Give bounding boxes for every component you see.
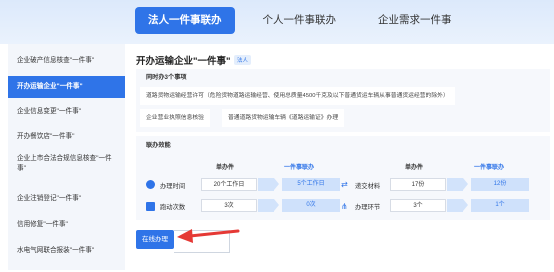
tab-bar: 法人一件事联办 个人一件事联办 企业需求一件事 <box>135 7 466 34</box>
col-header-joint: 一件事联办 <box>284 165 315 171</box>
col-header-single: 单办件 <box>216 165 235 171</box>
link-icon: ⋔ <box>341 202 348 211</box>
clock-icon <box>146 180 155 189</box>
row-label: 办理环节 <box>355 204 381 211</box>
sidebar-item-listing[interactable]: 企业上市合法合规信息核查"一件事" <box>8 154 125 180</box>
matter-item: 企业营业执照信息核验 <box>140 109 210 127</box>
sidebar-item-credit-repair[interactable]: 信用修复"一件事" <box>8 214 125 236</box>
sidebar-item-restaurant[interactable]: 开办餐饮店"一件事" <box>8 126 125 148</box>
sidebar-item-deregistration[interactable]: 企业注销登记"一件事" <box>8 188 125 210</box>
arrow-icon <box>258 199 279 212</box>
effect-title: 联办效能 <box>146 142 171 149</box>
row-label: 办理时间 <box>160 183 186 190</box>
matters-title: 同时办3个事项 <box>146 74 187 81</box>
route-icon <box>146 202 155 211</box>
matter-item: 道路货物运输经营许可（危险货物道路运输经营、使用总质量4500千克及以下普通货运… <box>140 87 455 105</box>
matter-item: 普通道路货物运输车辆《道路运输证》办理 <box>222 109 345 127</box>
sidebar-item-utilities[interactable]: 水电气网联合报装"一件事" <box>8 240 125 262</box>
sidebar-item-transport[interactable]: 开办运输企业"一件事" <box>8 76 125 98</box>
effect-section: 联办效能 单办件 一件事联办 单办件 一件事联办 办理时间 20个工作日 5个工… <box>136 136 550 220</box>
apply-online-button[interactable]: 在线办理 <box>136 230 174 249</box>
joint-value: 0次 <box>282 199 340 212</box>
col-header-single: 单办件 <box>405 165 424 171</box>
single-value: 3个 <box>390 199 446 212</box>
arrow-icon <box>447 178 468 191</box>
annotation-arrow-icon <box>177 229 240 243</box>
transfer-icon: ⇄ <box>341 180 348 189</box>
main-panel: 开办运输企业"一件事" 法人 同时办3个事项 道路货物运输经营许可（危险货物道路… <box>130 44 554 272</box>
page-title: 开办运输企业"一件事" <box>136 56 231 67</box>
row-label: 递交材料 <box>355 183 381 190</box>
joint-value: 12份 <box>471 178 529 191</box>
arrow-icon <box>447 199 468 212</box>
matters-section: 同时办3个事项 道路货物运输经营许可（危险货物道路运输经营、使用总质量4500千… <box>136 69 550 132</box>
tab-enterprise-demand[interactable]: 企业需求一件事 <box>364 7 466 34</box>
joint-value: 1个 <box>471 199 529 212</box>
arrow-icon <box>258 178 279 191</box>
sidebar: 企业破产信息核查"一件事" 开办运输企业"一件事" 企业信息变更"一件事" 开办… <box>8 44 125 270</box>
col-header-joint: 一件事联办 <box>474 165 505 171</box>
single-value: 3次 <box>201 199 257 212</box>
joint-value: 5个工作日 <box>282 178 340 191</box>
tab-legal-person[interactable]: 法人一件事联办 <box>135 7 235 34</box>
single-value: 20个工作日 <box>201 178 257 191</box>
tab-individual[interactable]: 个人一件事联办 <box>249 7 351 34</box>
sidebar-item-info-change[interactable]: 企业信息变更"一件事" <box>8 101 125 123</box>
category-tag: 法人 <box>234 55 252 65</box>
row-label: 跑动次数 <box>160 204 186 211</box>
single-value: 17份 <box>390 178 446 191</box>
sidebar-item-bankruptcy[interactable]: 企业破产信息核查"一件事" <box>8 50 125 72</box>
